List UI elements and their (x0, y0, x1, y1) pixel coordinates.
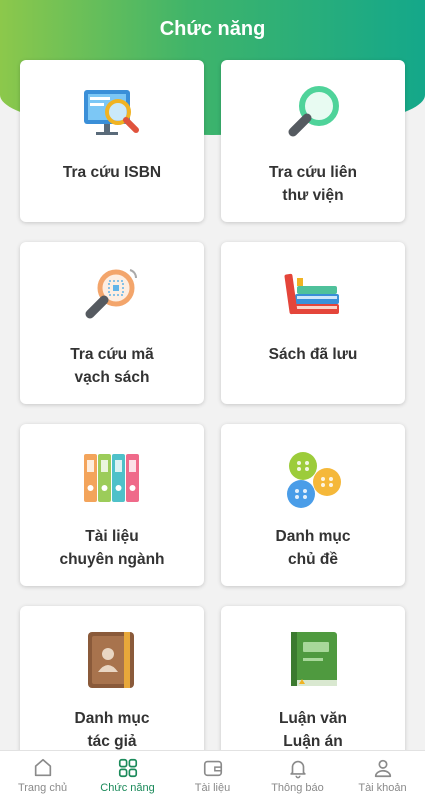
tab-home[interactable]: Trang chủ (0, 751, 85, 800)
card-label-line2: chuyên ngành (59, 551, 165, 568)
card-author-catalog[interactable]: Danh mục tác giả (20, 606, 204, 768)
user-icon (374, 759, 391, 778)
barcode-scan-icon (80, 264, 144, 328)
tab-notifications[interactable]: Thông báo (255, 751, 340, 800)
card-label-line2: vạch sách (74, 369, 150, 386)
page-title: Chức năng (159, 18, 266, 40)
card-interlibrary-search[interactable]: Tra cứu liên thư viện (221, 60, 405, 222)
author-book-icon (80, 628, 144, 692)
tab-functions[interactable]: Chức năng (85, 751, 170, 800)
bottom-tab-bar: Trang chủ Chức năng Tài liệu Thông báo T… (0, 750, 425, 800)
card-topic-catalog[interactable]: Danh mục chủ đề (221, 424, 405, 586)
card-label-line1: Tra cứu liên (269, 164, 357, 181)
tab-label: Tài liệu (194, 782, 231, 794)
magnifier-icon (281, 82, 345, 146)
card-thesis[interactable]: Luận văn Luận án (221, 606, 405, 768)
home-icon (34, 758, 51, 777)
tab-label: Chức năng (100, 782, 155, 794)
card-saved-books[interactable]: Sách đã lưu (221, 242, 405, 404)
tab-label: Thông báo (271, 782, 324, 794)
tab-label: Tài khoản (358, 782, 407, 794)
card-label-line1: Danh mục (275, 528, 351, 545)
card-label-line1: Tài liệu (85, 528, 139, 545)
card-specialized-documents[interactable]: Tài liệu chuyên ngành (20, 424, 204, 586)
card-barcode-search[interactable]: Tra cứu mã vạch sách (20, 242, 204, 404)
binders-icon (80, 446, 144, 510)
card-label-line1: Danh mục (74, 710, 150, 727)
buttons-icon (281, 446, 345, 510)
card-label-line1: Tra cứu mã (70, 346, 154, 363)
tab-label: Trang chủ (17, 782, 68, 794)
wallet-icon (203, 760, 222, 777)
card-label-line1: Tra cứu ISBN (62, 164, 162, 181)
bell-icon (289, 760, 306, 779)
card-label-line2: chủ đề (288, 551, 338, 568)
card-isbn-search[interactable]: Tra cứu ISBN (20, 60, 204, 222)
books-icon (281, 264, 345, 328)
card-label-line2: thư viện (282, 187, 344, 204)
tab-documents[interactable]: Tài liệu (170, 751, 255, 800)
thesis-book-icon (281, 628, 345, 692)
grid-icon (118, 758, 137, 778)
card-label-line1: Sách đã lưu (268, 346, 358, 363)
isbn-search-icon (80, 82, 144, 146)
tab-account[interactable]: Tài khoản (340, 751, 425, 800)
card-label-line1: Luận văn (278, 710, 348, 727)
